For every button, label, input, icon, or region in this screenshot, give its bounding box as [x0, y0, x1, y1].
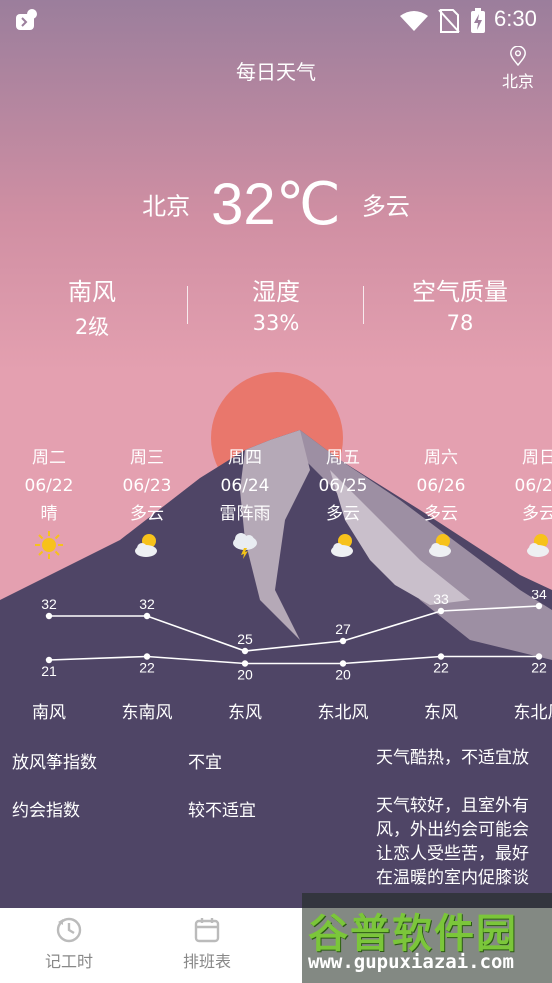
app-notification-icon: [16, 9, 37, 30]
nav-label: 记工时: [44, 952, 93, 971]
high-temp-label: 32: [139, 596, 155, 612]
battery-charging-icon: [471, 8, 485, 33]
forecast-wind: 南风: [32, 703, 66, 723]
low-temp-label: 21: [41, 663, 57, 679]
forecast-wind: 东风: [424, 703, 458, 723]
life-index-name: 约会指数: [12, 801, 80, 821]
nav-label: 排班表: [182, 952, 231, 971]
stat-divider: [187, 286, 188, 324]
forecast-date: 06/27: [514, 476, 552, 496]
high-temp-label: 32: [41, 596, 57, 612]
partly-cloudy-icon: [426, 530, 456, 560]
location-pin-icon: [510, 46, 526, 66]
low-temp-label: 22: [139, 660, 155, 676]
forecast-cond: 多云: [326, 504, 360, 524]
high-temp-label: 34: [531, 590, 547, 602]
forecast-day: 周日: [522, 448, 552, 468]
current-temperature: 32℃: [211, 172, 341, 237]
stat-humidity-label: 湿度: [252, 278, 300, 306]
forecast-cond: 晴: [40, 504, 58, 524]
forecast-wind: 东风: [228, 703, 262, 723]
stat-aqi-value: 78: [446, 311, 474, 335]
location-button[interactable]: 北京: [498, 46, 538, 92]
status-time: 6:30: [494, 6, 537, 31]
clock-icon: [56, 917, 82, 943]
forecast-day: 周五: [326, 448, 360, 468]
forecast-wind: 东南风: [121, 703, 173, 723]
life-index-value: 不宜: [188, 753, 222, 773]
watermark-logo: 谷普软件园 www.gupuxiazai.com: [302, 893, 552, 983]
forecast-cond: 多云: [130, 504, 164, 524]
stat-wind-label: 南风: [68, 278, 116, 306]
forecast-day[interactable]: 周五 06/25 多云: [293, 444, 393, 528]
page-title: 每日天气: [236, 60, 316, 84]
forecast-day[interactable]: 周四 06/24 雷阵雨: [195, 444, 295, 528]
high-temp-point: [535, 602, 543, 610]
forecast-cond: 雷阵雨: [219, 504, 271, 524]
life-index-name: 放风筝指数: [12, 753, 97, 773]
partly-cloudy-icon: [524, 530, 552, 560]
stat-wind-value: 2级: [74, 315, 110, 339]
current-city: 北京: [142, 192, 191, 221]
forecast-day: 周三: [130, 448, 164, 468]
calendar-icon: [194, 918, 220, 943]
stat-divider: [363, 286, 364, 324]
low-temp-label: 22: [531, 660, 547, 676]
low-temp-label: 20: [335, 667, 351, 681]
forecast-date: 06/22: [24, 476, 74, 496]
stat-humidity: 湿度 33%: [184, 272, 368, 342]
wifi-icon: [400, 11, 428, 31]
thunderstorm-icon: [230, 530, 260, 560]
temperature-chart: 32 32 25 27 33 34 21 22 20 20 22 22: [41, 590, 547, 681]
watermark-url: www.gupuxiazai.com: [308, 951, 514, 973]
forecast-day[interactable]: 周六 06/26 多云: [391, 444, 491, 528]
stat-humidity-value: 33%: [252, 311, 300, 335]
partly-cloudy-icon: [328, 530, 358, 560]
high-temp-point: [143, 612, 151, 620]
high-temp-label: 27: [335, 621, 351, 637]
high-temp-point: [437, 607, 445, 615]
weather-stats: 南风 2级 湿度 33% 空气质量 78: [0, 272, 552, 342]
forecast-day[interactable]: 周三 06/23 多云: [97, 444, 197, 528]
high-temp-point: [339, 637, 347, 645]
no-sim-icon: [438, 9, 460, 33]
forecast-wind: 东北风: [317, 703, 369, 723]
location-label: 北京: [501, 72, 534, 91]
forecast-date: 06/23: [122, 476, 172, 496]
nav-item-work-hours[interactable]: 记工时: [14, 916, 124, 972]
forecast-date: 06/24: [220, 476, 270, 496]
high-temp-label: 25: [237, 631, 253, 647]
forecast-day: 周六: [424, 448, 458, 468]
forecast-cond: 多云: [522, 504, 552, 524]
high-temp-point: [241, 647, 249, 655]
low-temp-line: [48, 655, 539, 665]
low-temp-label: 20: [237, 667, 253, 681]
high-temp-label: 33: [433, 591, 449, 607]
sun-icon: [34, 530, 64, 560]
forecast-cond: 多云: [424, 504, 458, 524]
high-temp-point: [45, 612, 53, 620]
life-index-desc: 天气较好，且室外有风，外出约会可能会让恋人受些苦，最好在温暖的室内促膝谈: [376, 796, 529, 888]
forecast-day: 周四: [228, 448, 262, 468]
forecast-day: 周二: [32, 448, 66, 468]
low-temp-label: 22: [433, 660, 449, 676]
stat-aqi-label: 空气质量: [412, 278, 508, 306]
life-index-value: 较不适宜: [188, 801, 256, 821]
current-weather: 北京 32℃ 多云: [0, 170, 552, 238]
status-bar: 6:30: [0, 0, 552, 40]
forecast-date: 06/26: [416, 476, 466, 496]
stat-wind: 南风 2级: [0, 272, 184, 342]
high-temp-line: [49, 605, 540, 652]
life-index-desc: 天气酷热，不适宜放: [376, 748, 529, 768]
forecast-day[interactable]: 周二 06/22 晴: [0, 444, 99, 528]
stat-air-quality: 空气质量 78: [368, 272, 552, 342]
partly-cloudy-icon: [132, 530, 162, 560]
forecast-wind: 东北风: [513, 703, 552, 723]
current-condition: 多云: [361, 192, 410, 221]
forecast-day[interactable]: 周日 06/27 多云: [489, 444, 552, 528]
forecast-date: 06/25: [318, 476, 368, 496]
nav-item-schedule[interactable]: 排班表: [152, 916, 262, 972]
